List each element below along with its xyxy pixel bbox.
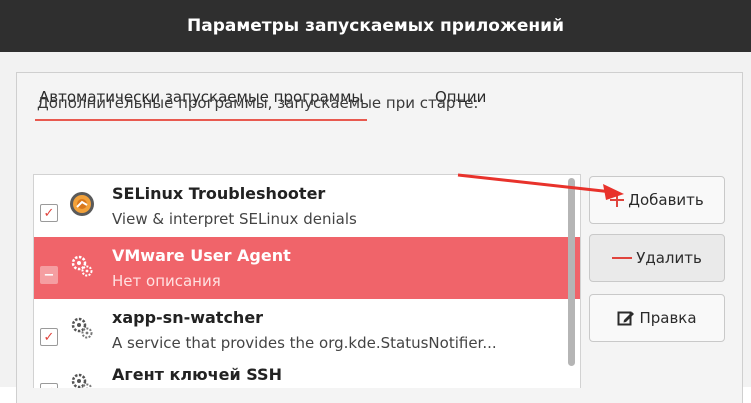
enabled-checkbox[interactable]: ✓ xyxy=(40,204,58,222)
app-description: View & interpret SELinux denials xyxy=(112,210,357,228)
app-name: VMware User Agent xyxy=(112,246,291,265)
list-item-selected[interactable]: − VMware User Agent Нет описания xyxy=(34,237,580,299)
window-title: Параметры запускаемых приложений xyxy=(187,16,564,36)
list-item[interactable]: ✓ xapp-sn-watcher A service that provide… xyxy=(34,299,580,361)
list-item[interactable]: ✓ Агент ключей SSH xyxy=(34,361,580,388)
edit-button-label: Правка xyxy=(639,309,696,327)
minus-icon xyxy=(612,255,632,261)
gears-icon xyxy=(69,371,95,388)
enabled-checkbox[interactable]: − xyxy=(40,266,58,284)
edit-icon xyxy=(617,309,635,327)
add-button[interactable]: Добавить xyxy=(589,176,725,224)
selinux-troubleshooter-icon xyxy=(69,191,95,217)
app-description: A service that provides the org.kde.Stat… xyxy=(112,334,497,352)
enabled-checkbox[interactable]: ✓ xyxy=(40,328,58,346)
app-name: xapp-sn-watcher xyxy=(112,308,263,327)
startup-apps-list[interactable]: ✓ SELinux Troubleshooter View & interpre… xyxy=(33,174,581,388)
app-name: Агент ключей SSH xyxy=(112,365,282,384)
app-description: Нет описания xyxy=(112,272,221,290)
section-label: Дополнительные программы, запускаемые пр… xyxy=(37,94,478,112)
enabled-checkbox[interactable]: ✓ xyxy=(40,383,58,388)
list-item[interactable]: ✓ SELinux Troubleshooter View & interpre… xyxy=(34,175,580,237)
list-scrollbar[interactable] xyxy=(568,178,575,366)
gears-icon xyxy=(69,315,95,341)
gears-icon xyxy=(69,253,95,279)
add-button-label: Добавить xyxy=(628,191,704,209)
remove-button[interactable]: Удалить xyxy=(589,234,725,282)
app-name: SELinux Troubleshooter xyxy=(112,184,325,203)
plus-icon xyxy=(610,193,624,207)
edit-button[interactable]: Правка xyxy=(589,294,725,342)
remove-button-label: Удалить xyxy=(636,249,702,267)
window-titlebar[interactable]: Параметры запускаемых приложений xyxy=(0,0,751,52)
